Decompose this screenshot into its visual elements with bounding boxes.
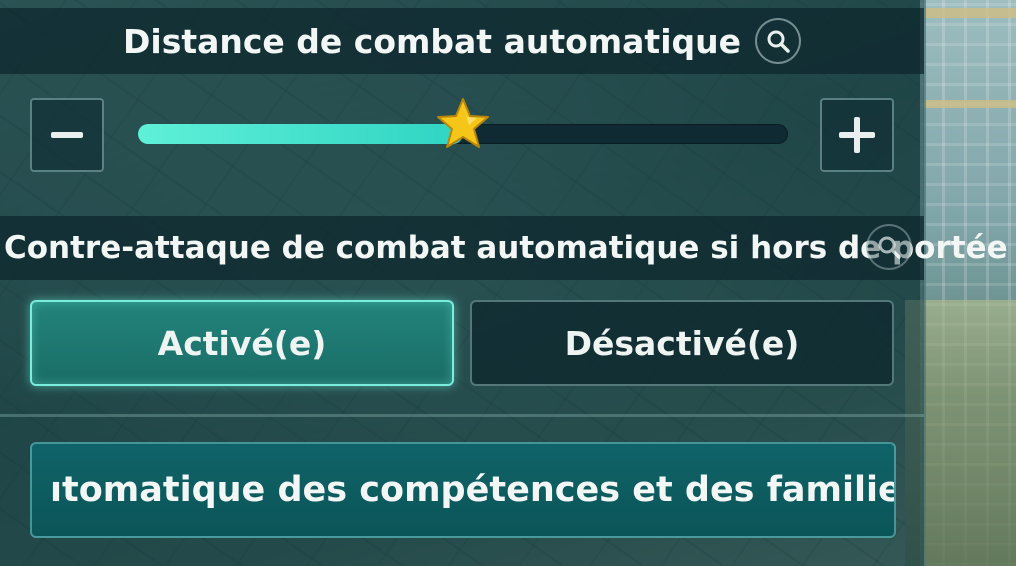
railing-top [924, 8, 1016, 18]
distance-increase-button[interactable] [820, 98, 894, 172]
magnifier-icon [878, 236, 901, 259]
counter-attack-header: Contre-attaque de combat automatique si … [0, 216, 1008, 280]
railing-mid [924, 100, 1016, 108]
minus-icon [51, 132, 83, 138]
section-divider [0, 414, 924, 417]
distance-slider-handle[interactable] [435, 96, 491, 152]
distance-title: Distance de combat automatique [122, 21, 742, 61]
distance-header: Distance de combat automatique [0, 8, 924, 74]
distance-info-button[interactable] [755, 18, 802, 64]
disabled-label: Désactivé(e) [564, 323, 800, 363]
counter-attack-info-button[interactable] [866, 224, 912, 270]
plus-icon [839, 117, 875, 153]
counter-attack-title: Contre-attaque de combat automatique si … [4, 230, 1008, 266]
enabled-label: Activé(e) [157, 323, 327, 363]
distance-decrease-button[interactable] [30, 98, 104, 172]
distance-slider[interactable] [138, 98, 788, 148]
counter-attack-enabled-button[interactable]: Activé(e) [30, 300, 454, 386]
magnifier-icon [767, 30, 790, 53]
auto-combat-settings-panel: Distance de combat automatique Contre-at… [0, 0, 1008, 566]
auto-skills-familiars-label: ıtomatique des compétences et des famili… [50, 470, 896, 510]
counter-attack-disabled-button[interactable]: Désactivé(e) [470, 300, 894, 386]
star-icon [437, 98, 489, 148]
distance-slider-fill [138, 124, 463, 144]
auto-skills-familiars-button[interactable]: ıtomatique des compétences et des famili… [30, 442, 896, 538]
